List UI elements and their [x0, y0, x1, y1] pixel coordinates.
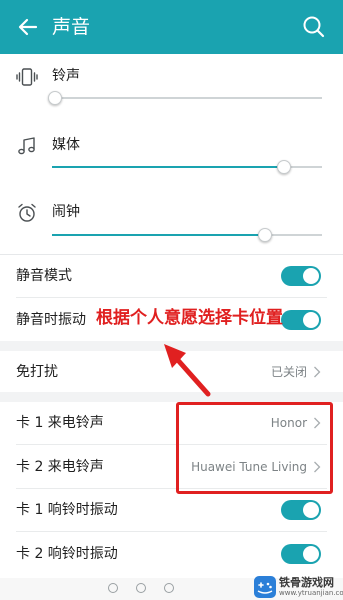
slider-thumb[interactable] [277, 160, 292, 174]
slider-fill [52, 166, 285, 168]
silent-vibrate-label: 静音时振动 [16, 312, 86, 328]
media-volume-label: 媒体 [52, 137, 80, 153]
silent-mode-label: 静音模式 [16, 268, 72, 284]
music-note-icon [18, 137, 35, 155]
nav-circle-icon[interactable] [164, 583, 174, 593]
app-bar: 声音 [0, 0, 343, 54]
ringtone-volume-label: 铃声 [52, 68, 80, 84]
back-arrow-icon[interactable] [14, 13, 42, 41]
watermark-url: www.ytruanjian.com [279, 589, 343, 597]
divider [16, 531, 327, 532]
sim1-vibrate-label: 卡 1 响铃时振动 [16, 502, 118, 518]
alarm-volume-slider[interactable] [52, 225, 322, 245]
search-icon[interactable] [301, 14, 327, 40]
nav-circle-icon[interactable] [108, 583, 118, 593]
site-watermark: 铁骨游戏网 www.ytruanjian.com [253, 574, 343, 600]
sim2-vibrate-label: 卡 2 响铃时振动 [16, 546, 118, 562]
divider [16, 297, 327, 298]
sim2-ringtone-label: 卡 2 来电铃声 [16, 459, 104, 475]
divider [0, 254, 343, 255]
slider-thumb[interactable] [47, 91, 62, 105]
annotation-highlight-box [176, 402, 333, 494]
alarm-clock-icon [18, 203, 36, 222]
media-volume-slider[interactable] [52, 157, 322, 177]
silent-vibrate-toggle[interactable] [281, 310, 321, 330]
watermark-title: 铁骨游戏网 [279, 576, 334, 589]
page-title: 声音 [52, 16, 91, 38]
annotation-text: 根据个人意愿选择卡位置 [96, 308, 283, 328]
silent-mode-toggle[interactable] [281, 266, 321, 286]
sim1-vibrate-toggle[interactable] [281, 500, 321, 520]
vibrate-icon [16, 68, 38, 86]
do-not-disturb-label: 免打扰 [16, 364, 58, 380]
nav-circle-icon[interactable] [136, 583, 146, 593]
alarm-volume-label: 闹钟 [52, 204, 80, 220]
chevron-right-icon [314, 366, 321, 378]
slider-fill [52, 234, 266, 236]
slider-thumb[interactable] [258, 228, 273, 242]
ringtone-volume-slider[interactable] [47, 88, 322, 108]
do-not-disturb-status: 已关闭 [270, 365, 307, 379]
gamepad-logo-icon [254, 576, 276, 598]
annotation-arrow-icon [164, 344, 211, 397]
sim1-ringtone-label: 卡 1 来电铃声 [16, 415, 104, 431]
sim2-vibrate-toggle[interactable] [281, 544, 321, 564]
